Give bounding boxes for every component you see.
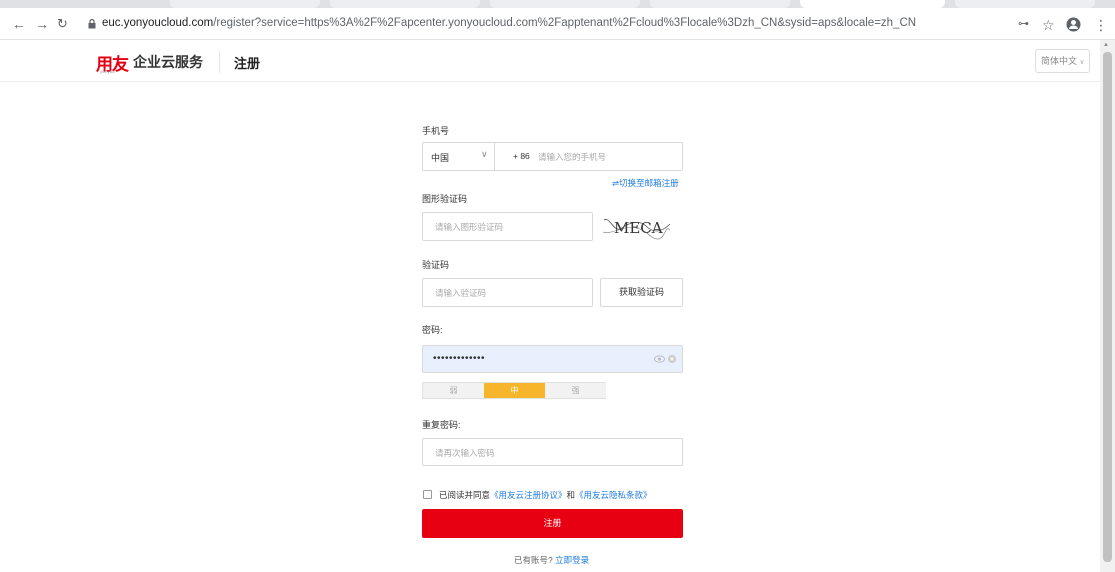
logo-subtext: yonyou	[100, 69, 115, 74]
have-account-text: 已有账号?	[514, 555, 553, 565]
browser-tabstrip	[0, 0, 1115, 8]
privacy-policy-link[interactable]: 《用友云隐私条款》	[575, 490, 652, 500]
agree-checkbox[interactable]	[423, 490, 432, 499]
phone-label: 手机号	[422, 126, 450, 136]
phone-input[interactable]: 请输入您的手机号	[538, 151, 606, 163]
code-input[interactable]: 请输入验证码	[422, 278, 593, 307]
password-strength-meter: 弱 中 强	[422, 382, 606, 399]
password-input[interactable]: •••••••••••••	[422, 345, 683, 373]
browser-tab-active[interactable]	[800, 0, 945, 8]
dial-code: + 86	[513, 151, 530, 161]
scroll-thumb[interactable]	[1103, 52, 1112, 562]
profile-icon[interactable]	[1066, 17, 1081, 32]
country-value: 中国	[431, 153, 450, 163]
chevron-down-icon: ∨	[1079, 59, 1085, 66]
page-title: 注册	[234, 56, 261, 71]
site-header: 用友 yonyou 企业云服务 注册 简体中文 ∨	[0, 40, 1100, 82]
agree-and: 和	[566, 490, 576, 500]
language-label: 简体中文	[1041, 56, 1078, 66]
captcha-image[interactable]: MECA	[600, 212, 672, 240]
url-domain: euc.yonyoucloud.com	[102, 17, 214, 29]
login-prompt: 已有账号? 立即登录	[514, 554, 589, 566]
phone-field[interactable]: 中国 ∨ + 86 请输入您的手机号	[422, 142, 683, 171]
code-label: 验证码	[422, 260, 450, 270]
reload-icon[interactable]: ↻	[57, 16, 68, 32]
browser-tab[interactable]	[955, 0, 1095, 8]
agree-text: 已阅读并同意《用友云注册协议》和《用友云隐私条款》	[439, 489, 652, 501]
header-divider	[219, 51, 220, 73]
register-button[interactable]: 注册	[422, 509, 683, 538]
captcha-text: MECA	[614, 219, 663, 237]
agree-prefix: 已阅读并同意	[439, 490, 491, 500]
forward-arrow-icon[interactable]: →	[35, 16, 49, 32]
get-code-button[interactable]: 获取验证码	[600, 278, 683, 307]
brand-name: 企业云服务	[133, 54, 203, 70]
eye-icon[interactable]	[654, 355, 665, 363]
country-select[interactable]: 中国 ∨	[423, 143, 495, 170]
strength-weak: 弱	[423, 383, 484, 398]
repeat-password-input[interactable]: 请再次输入密码	[422, 438, 683, 466]
browser-tab[interactable]	[170, 0, 320, 8]
browser-tab[interactable]	[650, 0, 790, 8]
password-label: 密码:	[422, 325, 443, 335]
lock-icon	[88, 19, 96, 29]
repeat-password-label: 重复密码:	[422, 420, 461, 430]
code-placeholder: 请输入验证码	[435, 288, 487, 298]
page-scrollbar[interactable]: ▲	[1100, 40, 1115, 572]
clear-icon[interactable]	[668, 355, 676, 363]
url-text: euc.yonyoucloud.com/register?service=htt…	[102, 17, 916, 29]
scroll-up-icon[interactable]: ▲	[1103, 42, 1109, 48]
key-icon[interactable]: ⊶	[1018, 17, 1029, 30]
login-link[interactable]: 立即登录	[555, 555, 589, 565]
logo[interactable]: 用友 yonyou	[96, 50, 129, 75]
menu-dots-icon[interactable]: ⋮	[1094, 17, 1108, 34]
star-icon[interactable]: ☆	[1042, 17, 1055, 34]
password-value: •••••••••••••	[433, 353, 486, 364]
address-bar[interactable]: euc.yonyoucloud.com/register?service=htt…	[82, 14, 1007, 36]
back-arrow-icon[interactable]: ←	[12, 16, 26, 32]
register-agreement-link[interactable]: 《用友云注册协议》	[490, 490, 567, 500]
captcha-input[interactable]: 请输入图形验证码	[422, 212, 593, 241]
captcha-label: 图形验证码	[422, 194, 468, 204]
strength-strong: 强	[545, 383, 606, 398]
browser-tab[interactable]	[490, 0, 640, 8]
language-select[interactable]: 简体中文 ∨	[1035, 49, 1090, 73]
url-path: /register?service=https%3A%2F%2Fapcenter…	[213, 17, 917, 29]
browser-tab[interactable]	[330, 0, 480, 8]
strength-medium: 中	[484, 383, 545, 398]
chevron-down-icon: ∨	[481, 149, 488, 159]
captcha-placeholder: 请输入图形验证码	[435, 222, 504, 232]
browser-toolbar: ← → ↻ euc.yonyoucloud.com/register?servi…	[0, 8, 1115, 40]
switch-email-link[interactable]: ⇌切换至邮箱注册	[612, 177, 679, 189]
repeat-placeholder: 请再次输入密码	[435, 448, 495, 458]
